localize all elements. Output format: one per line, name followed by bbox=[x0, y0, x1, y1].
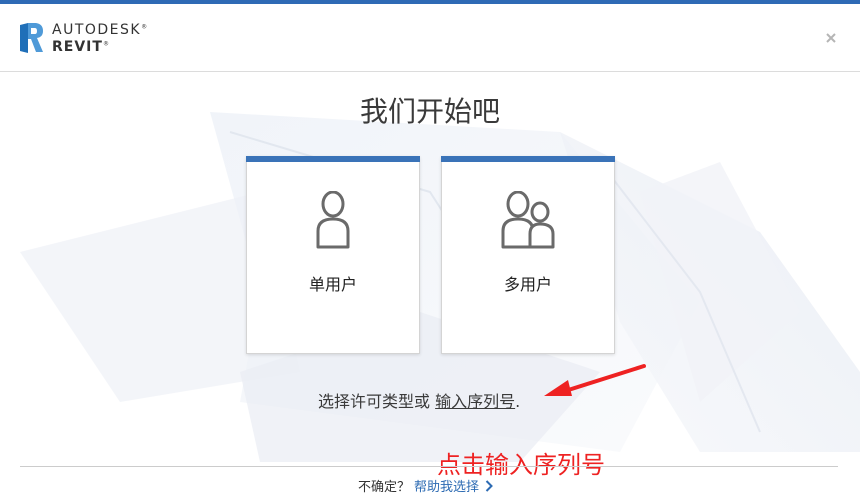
brand-name: AUTODESK® bbox=[52, 21, 149, 38]
card-accent-bar bbox=[246, 156, 420, 162]
chevron-right-icon[interactable] bbox=[485, 479, 493, 492]
revit-logo-icon bbox=[20, 23, 43, 53]
help-me-choose-link[interactable]: 帮助我选择 bbox=[414, 476, 479, 495]
multi-user-card[interactable]: 多用户 bbox=[441, 156, 615, 354]
autodesk-revit-logo: AUTODESK® REVIT® bbox=[18, 20, 149, 56]
close-icon bbox=[826, 33, 836, 43]
license-suffix: . bbox=[515, 392, 521, 411]
single-user-label: 单用户 bbox=[308, 275, 357, 294]
license-prefix: 选择许可类型或 bbox=[318, 392, 431, 411]
product-name: REVIT® bbox=[52, 38, 110, 55]
annotation-arrow-icon bbox=[544, 364, 646, 396]
dialog-header: AUTODESK® REVIT® bbox=[0, 4, 860, 72]
license-type-text: 选择许可类型或 输入序列号. bbox=[318, 388, 520, 412]
annotation-text: 点击输入序列号 bbox=[437, 451, 605, 479]
help-question: 不确定？ bbox=[358, 480, 411, 495]
multi-user-icon bbox=[501, 191, 555, 249]
enter-serial-number-link[interactable]: 输入序列号 bbox=[435, 392, 515, 411]
multi-user-label: 多用户 bbox=[503, 275, 552, 294]
card-accent-bar bbox=[441, 156, 615, 162]
single-user-icon bbox=[316, 191, 350, 249]
page-title: 我们开始吧 bbox=[359, 95, 500, 128]
background-artwork bbox=[20, 112, 860, 462]
single-user-card[interactable]: 单用户 bbox=[246, 156, 420, 354]
dialog-content: 我们开始吧 单用户 多用户 选择许可类型或 输入序列号. 点击输入序列号 不确定… bbox=[0, 72, 860, 500]
footer-divider bbox=[20, 466, 838, 467]
close-button[interactable] bbox=[824, 32, 838, 46]
footer-help: 不确定？ 帮助我选择 bbox=[358, 476, 493, 495]
